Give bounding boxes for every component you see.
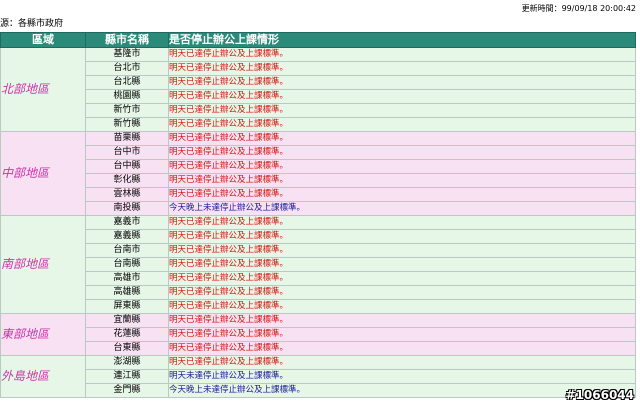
table-row: 中部地區 苗栗縣 明天已達停止辦公及上課標準。 [0,131,636,216]
county-cell: 花蓮縣 [85,327,169,342]
header-county: 縣市名稱 [85,32,169,48]
county-cell: 嘉義縣 [85,229,169,244]
county-cell: 嘉義市 [85,215,169,230]
table-row: 台北市 明天已達停止辦公及上課標準。 [1,61,636,76]
status-cell: 明天已達停止辦公及上課標準。 [168,355,636,370]
status-cell: 明天已達停止辦公及上課標準。 [168,89,636,104]
table-row: 台南市 明天已達停止辦公及上課標準。 [1,243,636,258]
table-row: 東部地區 宜蘭縣 明天已達停止辦公及上課標準。 [0,313,636,356]
county-cell: 宜蘭縣 [85,313,169,328]
region-cell: 東部地區 [0,313,86,356]
status-cell: 明天已達停止辦公及上課標準。 [168,229,636,244]
county-cell: 新竹市 [85,103,169,118]
table-row: 台中縣 明天已達停止辦公及上課標準。 [1,159,636,174]
county-cell: 高雄市 [85,271,169,286]
status-cell: 明天已達停止辦公及上課標準。 [168,271,636,286]
county-cell: 南投縣 [85,201,169,216]
county-cell: 桃園縣 [85,89,169,104]
status-cell: 明天已達停止辦公及上課標準。 [168,103,636,118]
county-cell: 基隆市 [85,47,169,62]
status-cell: 明天已達停止辦公及上課標準。 [168,187,636,202]
status-cell: 明天已達停止辦公及上課標準。 [168,159,636,174]
table-row: 金門縣 今天晚上未達停止辦公及上課標準。 [1,383,636,398]
status-cell: 明天已達停止辦公及上課標準。 [168,313,636,328]
county-cell: 雲林縣 [85,187,169,202]
county-cell: 新竹縣 [85,117,169,132]
table-header-row: 區域 縣市名稱 是否停止辦公上課情形 [0,32,636,48]
table-row: 高雄縣 明天已達停止辦公及上課標準。 [1,285,636,300]
status-cell: 明天已達停止辦公及上課標準。 [168,61,636,76]
status-cell: 明天已達停止辦公及上課標準。 [168,327,636,342]
table-row: 嘉義縣 明天已達停止辦公及上課標準。 [1,229,636,244]
table-row: 台中市 明天已達停止辦公及上課標準。 [1,145,636,160]
county-cell: 苗栗縣 [85,131,169,146]
table-row: 南部地區 嘉義市 明天已達停止辦公及上課標準。 [0,215,636,314]
table-row: 彰化縣 明天已達停止辦公及上課標準。 [1,173,636,188]
region-cell: 北部地區 [0,47,86,132]
region-cell: 外島地區 [0,355,86,398]
region-cell: 南部地區 [0,215,86,314]
county-cell: 台南市 [85,243,169,258]
update-time: 更新時間：99/09/18 20:00:42 [521,4,636,13]
status-cell: 明天已達停止辦公及上課標準。 [168,215,636,230]
status-cell: 今天晚上未達停止辦公及上課標準。 [168,201,636,216]
status-cell: 明天已達停止辦公及上課標準。 [168,243,636,258]
county-cell: 台北市 [85,61,169,76]
status-cell: 明天已達停止辦公及上課標準。 [168,285,636,300]
county-cell: 澎湖縣 [85,355,169,370]
table-row: 連江縣 明天未達停止辦公及上課標準。 [1,369,636,384]
table-row: 台北縣 明天已達停止辦公及上課標準。 [1,75,636,90]
county-cell: 台北縣 [85,75,169,90]
header-status: 是否停止辦公上課情形 [168,32,636,48]
status-cell: 明天已達停止辦公及上課標準。 [168,131,636,146]
table-row: 花蓮縣 明天已達停止辦公及上課標準。 [1,327,636,342]
table-body: 北部地區 基隆市 明天已達停止辦公及上課標準。 台北市 明天已達停止辦公及上課標準。 台北… [0,47,636,398]
county-cell: 屏東縣 [85,299,169,314]
table-row: 桃園縣 明天已達停止辦公及上課標準。 [1,89,636,104]
source-label: 源：各縣市政府 [0,19,64,29]
status-cell: 明天已達停止辦公及上課標準。 [168,47,636,62]
table-row: 新竹縣 明天已達停止辦公及上課標準。 [1,117,636,132]
status-cell: 明天已達停止辦公及上課標準。 [168,75,636,90]
table-row: 台南縣 明天已達停止辦公及上課標準。 [1,257,636,272]
table-row: 南投縣 今天晚上未達停止辦公及上課標準。 [1,201,636,216]
closure-status-table: 區域 縣市名稱 是否停止辦公上課情形 北部地區 基隆市 明天已達停止辦公及上課標準。… [0,32,636,398]
status-cell: 明天已達停止辦公及上課標準。 [168,299,636,314]
county-cell: 連江縣 [85,369,169,384]
table-row: 台東縣 明天已達停止辦公及上課標準。 [1,341,636,356]
table-row: 北部地區 基隆市 明天已達停止辦公及上課標準。 [0,47,636,132]
county-cell: 台東縣 [85,341,169,356]
header-region: 區域 [0,32,86,48]
county-cell: 高雄縣 [85,285,169,300]
county-cell: 金門縣 [85,383,169,398]
status-cell: 明天未達停止辦公及上課標準。 [168,369,636,384]
table-row: 新竹市 明天已達停止辦公及上課標準。 [1,103,636,118]
table-row: 外島地區 澎湖縣 明天已達停止辦公及上課標準。 [0,355,636,398]
table-row: 屏東縣 明天已達停止辦公及上課標準。 [1,299,636,314]
status-cell: 明天已達停止辦公及上課標準。 [168,173,636,188]
status-cell: 明天已達停止辦公及上課標準。 [168,341,636,356]
table-row: 高雄市 明天已達停止辦公及上課標準。 [1,271,636,286]
status-cell: 明天已達停止辦公及上課標準。 [168,117,636,132]
county-cell: 彰化縣 [85,173,169,188]
status-cell: 明天已達停止辦公及上課標準。 [168,257,636,272]
table-row: 雲林縣 明天已達停止辦公及上課標準。 [1,187,636,202]
county-cell: 台南縣 [85,257,169,272]
watermark: #1066044 [565,388,634,402]
county-cell: 台中市 [85,145,169,160]
region-cell: 中部地區 [0,131,86,216]
top-bar: 更新時間：99/09/18 20:00:42 源：各縣市政府 [0,0,640,32]
status-cell: 明天已達停止辦公及上課標準。 [168,145,636,160]
county-cell: 台中縣 [85,159,169,174]
